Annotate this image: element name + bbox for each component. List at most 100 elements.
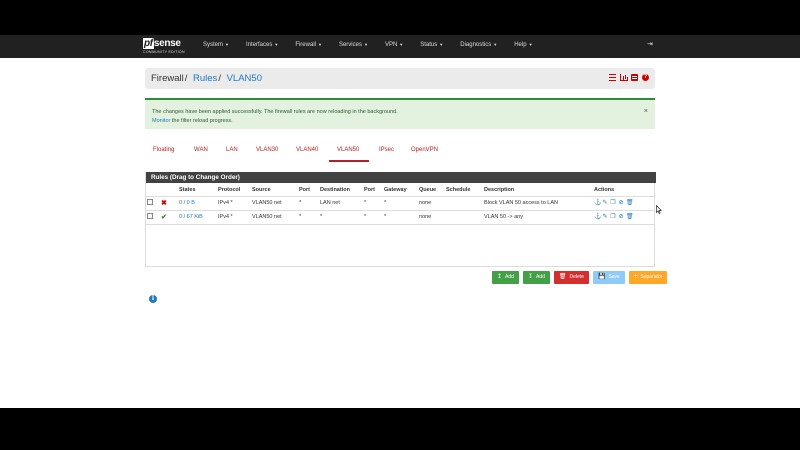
cell-schedule: [445, 210, 483, 225]
interface-tabs: Floating WAN LAN VLAN30 VLAN40 VLAN50 IP…: [145, 147, 655, 162]
row-checkbox[interactable]: [147, 213, 153, 219]
list-icon[interactable]: [631, 74, 638, 81]
caret-down-icon: ▼: [493, 42, 498, 47]
col-actions: Actions: [593, 185, 655, 197]
active-tab-indicator: [329, 160, 369, 162]
col-source: Source: [251, 185, 298, 197]
nav-interfaces[interactable]: Interfaces ▼: [246, 42, 278, 48]
tab-openvpn[interactable]: OpenVPN: [411, 147, 438, 153]
nav-help[interactable]: Help ▼: [514, 42, 532, 48]
separator-button[interactable]: + Separator: [628, 271, 668, 284]
breadcrumb: Firewall/ Rules/ VLAN50: [151, 73, 262, 84]
caret-down-icon: ▼: [399, 42, 404, 47]
nav-diagnostics[interactable]: Diagnostics ▼: [460, 42, 497, 48]
anchor-icon[interactable]: ⚓: [594, 214, 601, 221]
add-bottom-button[interactable]: ↧ Add: [522, 271, 550, 284]
block-x-icon[interactable]: ✖: [161, 200, 167, 207]
anchor-icon[interactable]: ⚓: [594, 200, 601, 207]
tab-floating[interactable]: Floating: [153, 147, 174, 153]
row-checkbox[interactable]: [147, 199, 153, 205]
states-link[interactable]: 0 / 0 B: [179, 200, 195, 206]
delete-button[interactable]: 🗑 Delete: [553, 271, 589, 284]
page: pfsense COMMUNITY EDITION System ▼ Interf…: [0, 35, 800, 408]
cell-destination: *: [319, 210, 363, 225]
copy-icon[interactable]: ❐: [610, 200, 616, 207]
nav-status[interactable]: Status ▼: [420, 42, 443, 48]
cell-gateway: *: [383, 210, 418, 225]
states-link[interactable]: 0 / 67 KiB: [179, 214, 203, 220]
trash-icon[interactable]: 🗑: [626, 200, 634, 207]
monitor-link[interactable]: Monitor: [152, 118, 170, 124]
tab-wan[interactable]: WAN: [194, 147, 208, 153]
breadcrumb-rules[interactable]: Rules: [193, 73, 217, 84]
sliders-icon[interactable]: [609, 74, 616, 81]
col-gateway: Gateway: [383, 185, 418, 197]
save-icon: 💾: [597, 274, 606, 280]
caret-down-icon: ▼: [363, 42, 368, 47]
nav-firewall[interactable]: Firewall ▼: [295, 42, 322, 48]
pencil-icon[interactable]: ✎: [602, 200, 608, 207]
col-schedule: Schedule: [445, 185, 483, 197]
success-alert: The changes have been applied successful…: [145, 98, 655, 129]
trash-icon: 🗑: [558, 274, 567, 280]
page-header: Firewall/ Rules/ VLAN50 ?: [145, 68, 655, 89]
table-row[interactable]: ✔ 0 / 67 KiB IPv4 * VLAN50 net * * * * n…: [146, 210, 655, 225]
save-button[interactable]: 💾 Save: [592, 271, 625, 284]
nav-system[interactable]: System ▼: [203, 42, 229, 48]
rules-panel-title: Rules (Drag to Change Order): [146, 172, 656, 183]
table-row[interactable]: ✖ 0 / 0 B IPv4 * VLAN50 net * LAN net * …: [146, 196, 655, 211]
pass-check-icon[interactable]: ✔: [161, 214, 167, 221]
tab-lan[interactable]: LAN: [226, 147, 238, 153]
cell-source: VLAN50 net: [251, 196, 298, 211]
cell-protocol: IPv4 *: [217, 196, 251, 211]
cell-destination: LAN net: [319, 196, 363, 211]
breadcrumb-firewall: Firewall: [151, 73, 184, 84]
cell-queue: none: [418, 210, 445, 225]
tab-vlan40[interactable]: VLAN40: [296, 147, 318, 153]
cell-schedule: [445, 196, 483, 211]
nav-vpn[interactable]: VPN ▼: [385, 42, 403, 48]
copy-icon[interactable]: ❐: [610, 214, 616, 221]
rule-buttons: ↥ Add ↧ Add 🗑 Delete 💾 Save + Separator: [492, 271, 668, 284]
col-src-port: Port: [298, 185, 319, 197]
cell-dst-port: *: [363, 210, 383, 225]
table-header-row: States Protocol Source Port Destination …: [146, 185, 655, 197]
help-icon[interactable]: ?: [642, 74, 649, 81]
info-icon[interactable]: i: [149, 295, 157, 303]
pencil-icon[interactable]: ✎: [602, 214, 608, 221]
caret-down-icon: ▼: [274, 42, 279, 47]
row-actions: ⚓ ✎ ❐ ⊘ 🗑: [594, 214, 654, 221]
col-description: Description: [483, 185, 593, 197]
trash-icon[interactable]: 🗑: [626, 214, 634, 221]
cell-description: Block VLAN 50 access to LAN: [483, 196, 593, 211]
disable-icon[interactable]: ⊘: [618, 214, 624, 221]
caret-down-icon: ▼: [528, 42, 533, 47]
rules-panel: Rules (Drag to Change Order) States Prot…: [145, 172, 656, 267]
cell-queue: none: [418, 196, 445, 211]
tab-ipsec[interactable]: IPsec: [379, 147, 394, 153]
breadcrumb-vlan50[interactable]: VLAN50: [227, 73, 262, 84]
logout-icon[interactable]: ⇥: [647, 41, 655, 49]
nav-services[interactable]: Services ▼: [339, 42, 368, 48]
cell-description: VLAN 50 -> any: [483, 210, 593, 225]
alert-message: The changes have been applied successful…: [152, 109, 398, 124]
arrow-up-icon: ↥: [497, 274, 503, 280]
logo-edition: COMMUNITY EDITION: [143, 50, 185, 54]
close-icon[interactable]: ×: [644, 108, 648, 115]
cell-gateway: *: [383, 196, 418, 211]
pfsense-logo[interactable]: pfsense COMMUNITY EDITION: [143, 38, 191, 55]
mouse-cursor-icon: [656, 205, 662, 214]
col-queue: Queue: [418, 185, 445, 197]
cell-src-port: *: [298, 196, 319, 211]
disable-icon[interactable]: ⊘: [618, 200, 624, 207]
tab-vlan30[interactable]: VLAN30: [256, 147, 278, 153]
bar-chart-icon[interactable]: [620, 74, 627, 81]
top-navbar: pfsense COMMUNITY EDITION System ▼ Interf…: [0, 35, 800, 58]
tab-vlan50[interactable]: VLAN50: [337, 147, 359, 153]
caret-down-icon: ▼: [225, 42, 229, 47]
main-nav: System ▼ Interfaces ▼ Firewall ▼ Services ▼ …: [203, 42, 550, 48]
add-top-button[interactable]: ↥ Add: [492, 271, 519, 284]
caret-down-icon: ▼: [317, 42, 322, 47]
cell-dst-port: *: [363, 196, 383, 211]
col-protocol: Protocol: [217, 185, 251, 197]
